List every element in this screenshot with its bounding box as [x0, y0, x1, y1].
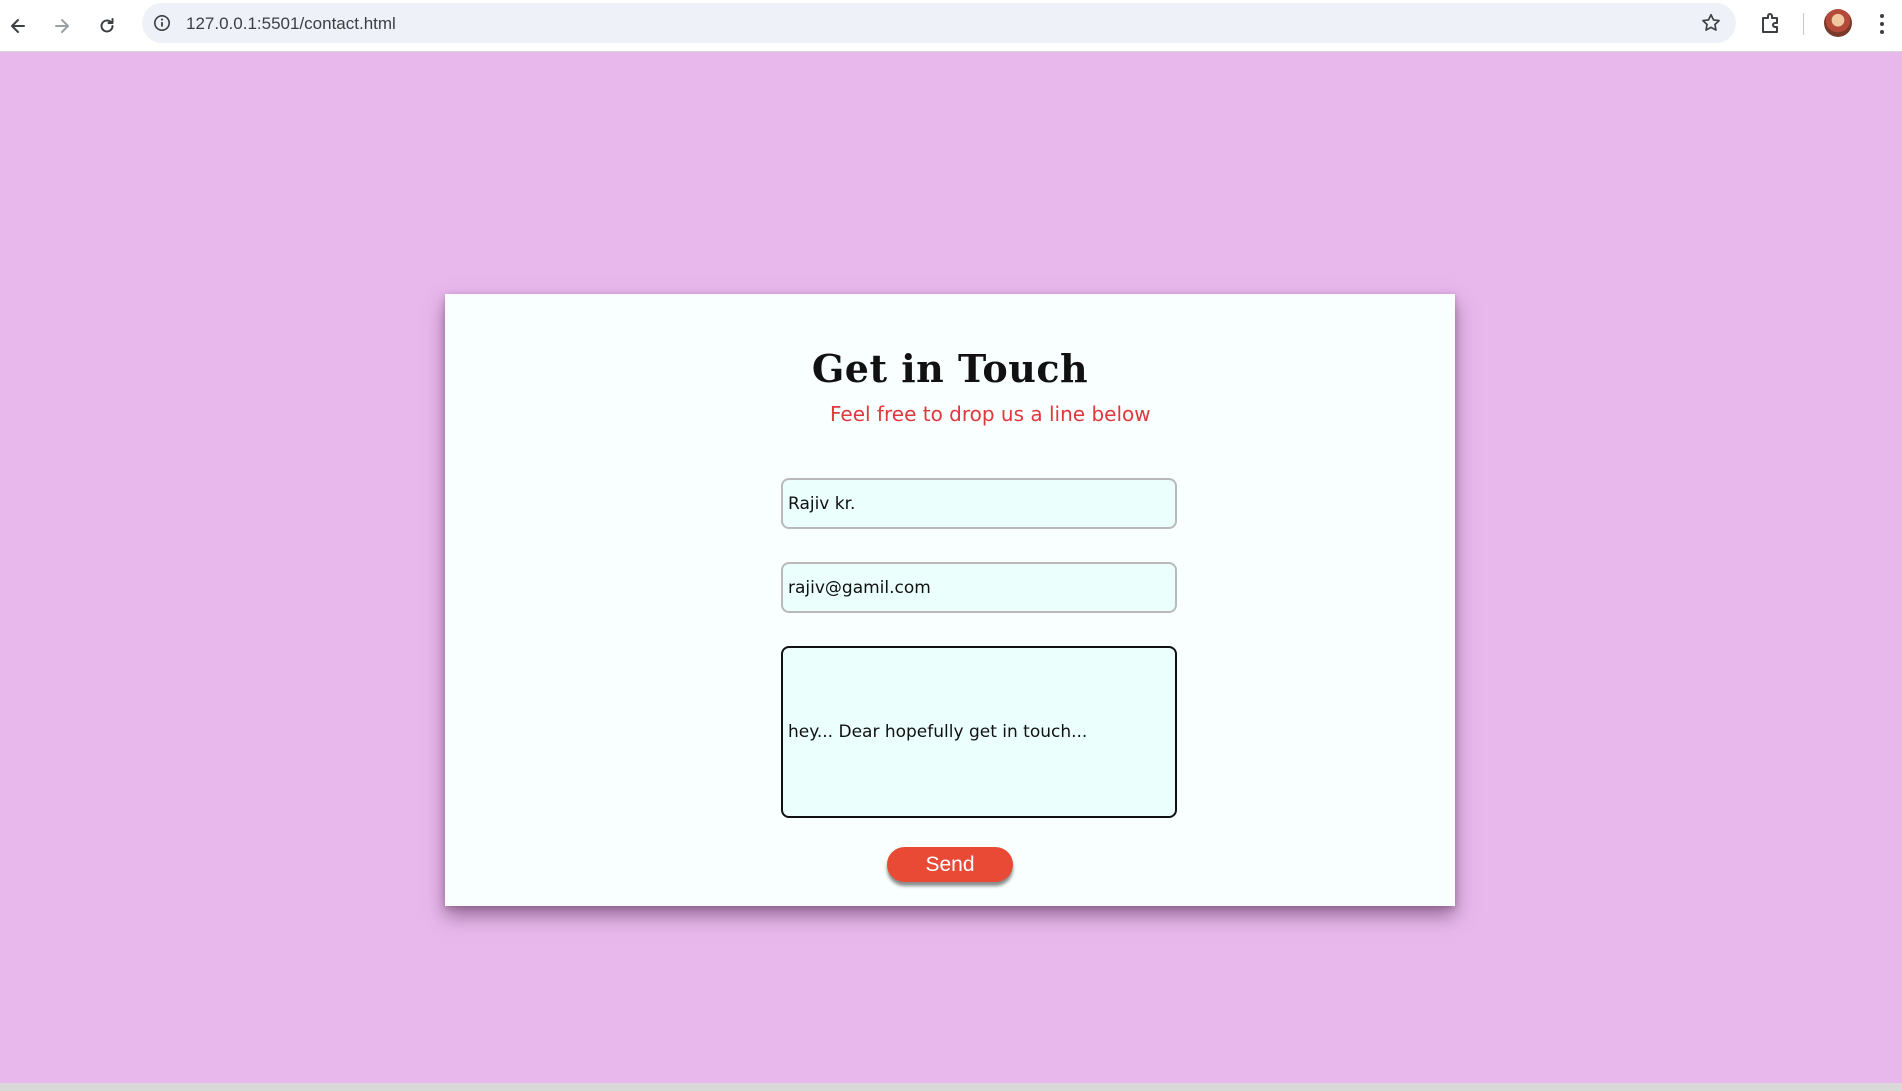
info-icon[interactable]: [152, 13, 172, 33]
reload-icon: [100, 18, 114, 33]
message-text: hey... Dear hopefully get in touch...: [788, 722, 1088, 742]
back-arrow-icon: [11, 19, 25, 33]
name-input[interactable]: [781, 478, 1177, 529]
star-icon[interactable]: [1700, 12, 1722, 34]
profile-avatar[interactable]: [1824, 9, 1852, 37]
email-input[interactable]: [781, 562, 1177, 613]
forward-arrow-icon: [55, 19, 69, 33]
toolbar-separator: [1803, 13, 1804, 35]
browser-toolbar: 127.0.0.1:5501/contact.html: [0, 0, 1902, 52]
kebab-menu-icon[interactable]: [1876, 11, 1888, 37]
window-bottom-edge: [0, 1083, 1902, 1091]
extensions-icon[interactable]: [1758, 11, 1784, 37]
address-bar[interactable]: 127.0.0.1:5501/contact.html: [142, 3, 1736, 43]
reload-button[interactable]: [91, 10, 123, 42]
back-button[interactable]: [2, 10, 34, 42]
message-textarea[interactable]: hey... Dear hopefully get in touch...: [781, 646, 1177, 818]
forward-button[interactable]: [46, 10, 78, 42]
page-title: Get in Touch: [811, 346, 1089, 391]
send-button[interactable]: Send: [887, 847, 1013, 882]
page-subtitle: Feel free to drop us a line below: [830, 402, 1151, 426]
url-text[interactable]: 127.0.0.1:5501/contact.html: [186, 14, 396, 34]
contact-card: Get in Touch Feel free to drop us a line…: [445, 294, 1455, 906]
